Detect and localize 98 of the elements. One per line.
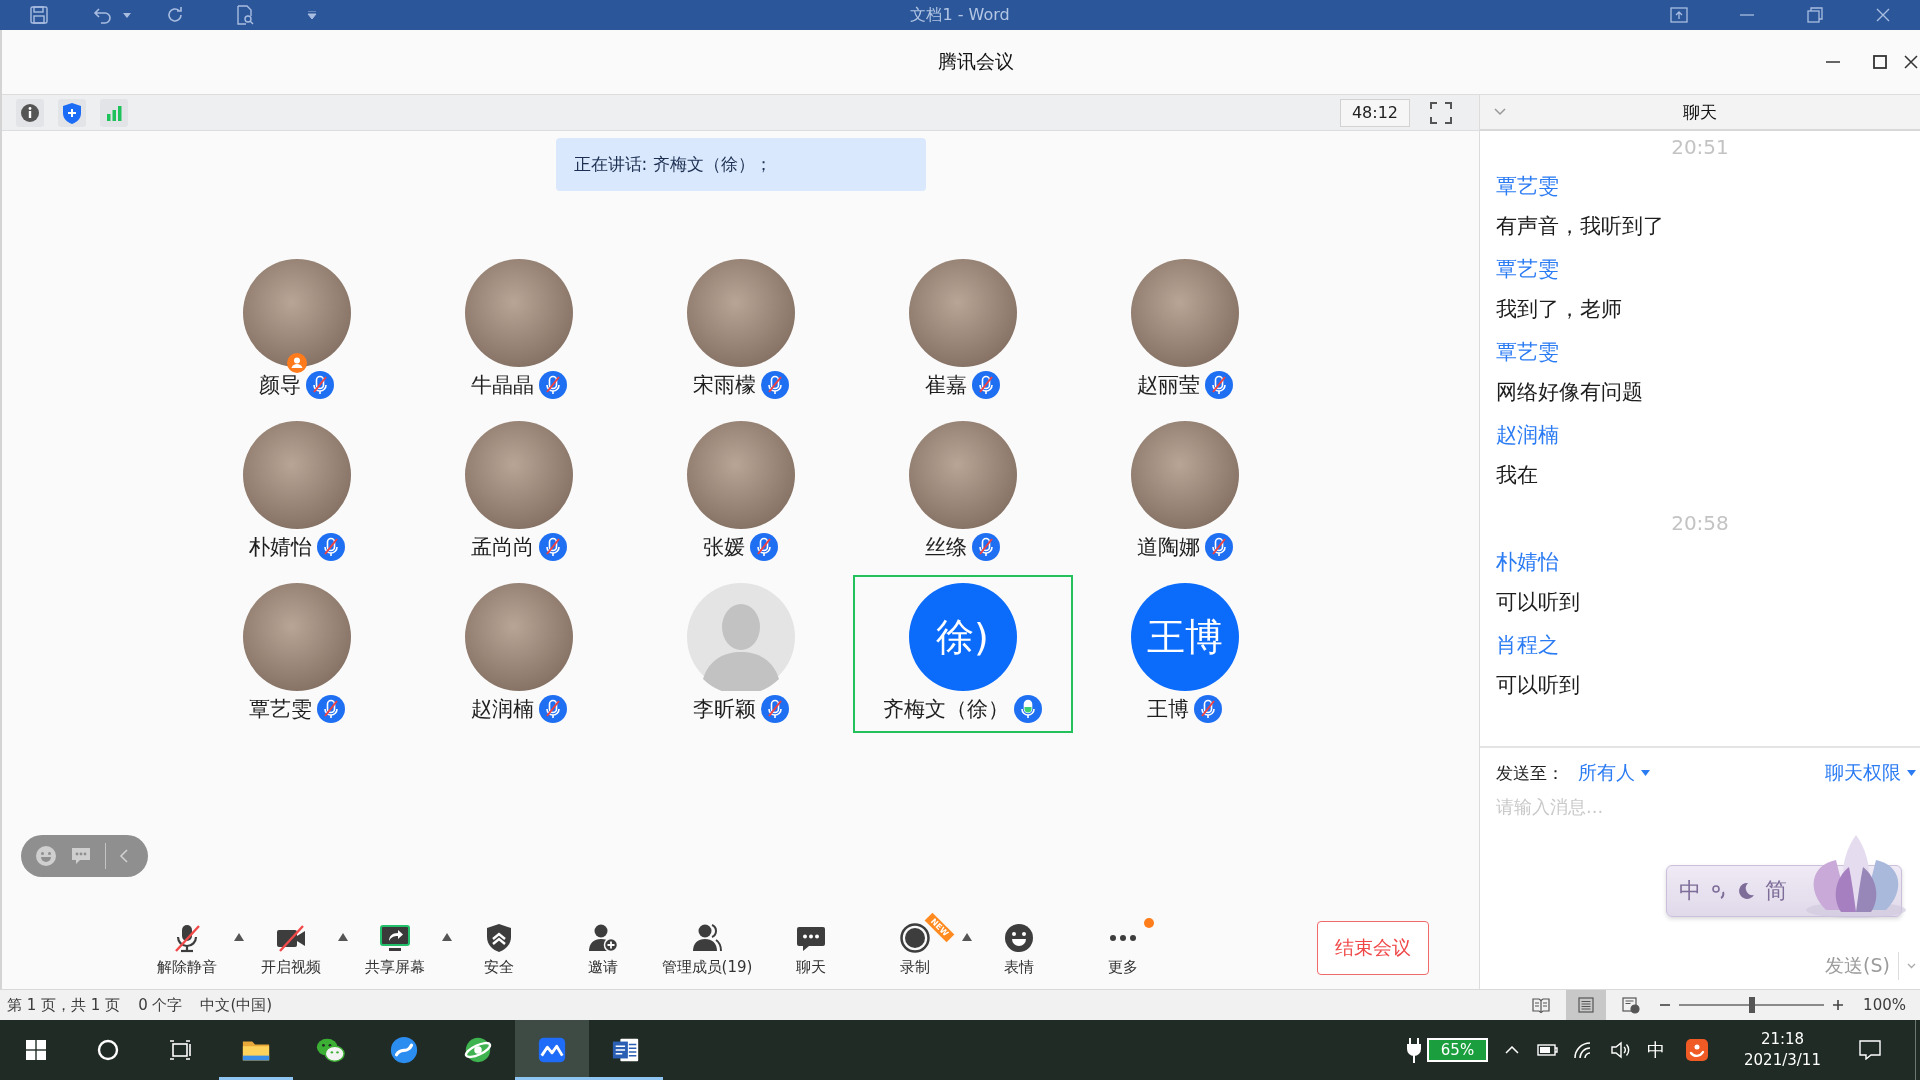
read-mode-icon xyxy=(1531,996,1552,1014)
toolbar-button[interactable]: 邀请 xyxy=(587,922,619,976)
zoom-in-icon[interactable] xyxy=(1833,1000,1844,1010)
ime-mode[interactable]: 中 xyxy=(1679,876,1701,906)
chat-message: 可以听到 xyxy=(1496,672,1580,699)
punctuation-icon[interactable] xyxy=(1711,882,1727,900)
end-meeting-button[interactable]: 结束会议 xyxy=(1317,921,1429,975)
chevron-down-icon[interactable] xyxy=(1494,108,1506,116)
toolbar-button[interactable]: 管理成员(19) xyxy=(661,922,753,976)
word-count: 0 个字 xyxy=(138,995,183,1015)
plug-icon[interactable] xyxy=(1405,1037,1423,1063)
chat-message: 我到了，老师 xyxy=(1496,296,1622,323)
volume-icon[interactable] xyxy=(1609,1041,1630,1059)
restore-icon[interactable] xyxy=(1806,7,1824,23)
chat-sender-name: 覃艺雯 xyxy=(1496,339,1559,366)
participant-name: 颜导 xyxy=(259,372,301,399)
taskbar-clock[interactable]: 21:18 2021/3/11 xyxy=(1735,1020,1830,1080)
customize-caret-icon[interactable] xyxy=(307,11,317,19)
chat-permissions-dropdown[interactable]: 聊天权限 xyxy=(1825,760,1916,786)
participant-name: 赵润楠 xyxy=(470,696,534,723)
web-layout-icon xyxy=(1621,996,1642,1014)
toolbar-button[interactable]: 更多 xyxy=(1107,922,1139,976)
caret-icon[interactable] xyxy=(234,933,244,941)
initials-avatar: 徐) xyxy=(908,583,1017,691)
print-layout-icon xyxy=(1576,996,1597,1014)
toolbar-button[interactable]: 开启视频 xyxy=(261,922,321,976)
initials-avatar: 王博 xyxy=(1130,583,1239,691)
chat-sender-name: 赵润楠 xyxy=(1496,422,1559,449)
participant-name: 李昕颖 xyxy=(692,696,756,723)
chat-message: 有声音，我听到了 xyxy=(1496,213,1664,240)
battery-percentage[interactable]: 65% xyxy=(1427,1038,1488,1062)
participant-name: 道陶娜 xyxy=(1136,534,1200,561)
meeting-timer: 48:12 xyxy=(1340,98,1410,127)
participant-name: 宋雨檬 xyxy=(692,372,756,399)
maximize-icon[interactable] xyxy=(1872,54,1888,70)
toolbar-button[interactable]: 表情 xyxy=(1003,922,1035,976)
meeting-window-title: 腾讯会议 xyxy=(938,49,1014,74)
page-count: 第 1 页，共 1 页 xyxy=(7,995,121,1015)
participant-name: 崔嘉 xyxy=(925,372,967,399)
swoosh-circle-icon xyxy=(389,1035,419,1065)
fullscreen-icon[interactable] xyxy=(1429,100,1453,125)
participant-name: 牛晶晶 xyxy=(470,372,534,399)
caret-icon[interactable] xyxy=(338,933,348,941)
notification-icon[interactable] xyxy=(1859,1040,1881,1060)
print-preview-icon[interactable] xyxy=(235,5,255,25)
moon-icon[interactable] xyxy=(1737,882,1755,900)
chat-message: 网络好像有问题 xyxy=(1496,379,1643,406)
task-view-icon[interactable] xyxy=(168,1040,192,1060)
view-mode-button[interactable] xyxy=(1566,990,1607,1020)
chat-panel-title: 聊天 xyxy=(1683,100,1717,124)
caret-icon[interactable] xyxy=(442,933,452,941)
document-language: 中文(中国) xyxy=(200,995,273,1015)
participant-name: 赵丽莹 xyxy=(1136,372,1200,399)
smiley-tile-icon[interactable] xyxy=(1685,1038,1709,1062)
toolbar-button[interactable]: 安全 xyxy=(483,922,515,976)
zoom-percentage: 100% xyxy=(1863,996,1906,1014)
ime-script[interactable]: 简 xyxy=(1765,876,1787,906)
participant-name: 覃艺雯 xyxy=(248,696,312,723)
caret-icon[interactable] xyxy=(123,12,131,18)
toolbar-button[interactable]: 聊天 xyxy=(795,922,827,976)
caret-icon xyxy=(1641,770,1650,776)
chat-time: 20:51 xyxy=(1671,134,1729,161)
toolbar-button[interactable]: 共享屏幕 xyxy=(365,922,425,976)
close-icon[interactable] xyxy=(1904,55,1918,69)
participant-name: 张媛 xyxy=(703,534,745,561)
undo-icon[interactable] xyxy=(93,5,113,25)
chat-sender-name: 覃艺雯 xyxy=(1496,173,1559,200)
save-icon[interactable] xyxy=(29,5,49,25)
chat-message: 我在 xyxy=(1496,462,1538,489)
caret-icon[interactable] xyxy=(962,933,972,941)
chat-sender-name: 朴婧怡 xyxy=(1496,549,1559,576)
input-language-indicator[interactable]: 中 xyxy=(1646,1038,1665,1062)
recipient-dropdown[interactable]: 所有人 xyxy=(1578,760,1650,786)
toolbar-button[interactable]: 解除静音 xyxy=(157,922,217,976)
wave-tile-icon xyxy=(537,1035,567,1065)
orbit-circle-icon xyxy=(463,1035,493,1065)
participant-name: 孟尚尚 xyxy=(470,534,534,561)
chat-sender-name: 肖程之 xyxy=(1496,632,1559,659)
ribbon-display-icon[interactable] xyxy=(1670,7,1688,23)
chat-sender-name: 覃艺雯 xyxy=(1496,256,1559,283)
caret-icon xyxy=(1907,770,1916,776)
participant-name: 齐梅文（徐） xyxy=(883,696,1009,723)
search-icon[interactable] xyxy=(97,1039,119,1061)
participant-name: 王博 xyxy=(1147,696,1189,723)
speaking-banner: 正在讲话: 齐梅文（徐）； xyxy=(555,138,926,191)
info-icon[interactable] xyxy=(16,98,44,127)
redo-icon[interactable] xyxy=(165,5,185,25)
word-window-title: 文档1 - Word xyxy=(910,4,1010,26)
chevron-up-icon[interactable] xyxy=(1504,1046,1519,1054)
windows-logo-icon[interactable] xyxy=(26,1040,46,1060)
chat-message: 可以听到 xyxy=(1496,589,1580,616)
battery-device-icon[interactable] xyxy=(1536,1044,1559,1056)
chat-time: 20:58 xyxy=(1671,510,1729,537)
zoom-slider-thumb[interactable] xyxy=(1748,997,1755,1013)
participant-name: 朴婧怡 xyxy=(248,534,312,561)
participant-name: 丝绦 xyxy=(925,534,967,561)
send-to-label: 发送至： xyxy=(1496,761,1564,785)
shield-plus-icon[interactable] xyxy=(58,98,86,127)
